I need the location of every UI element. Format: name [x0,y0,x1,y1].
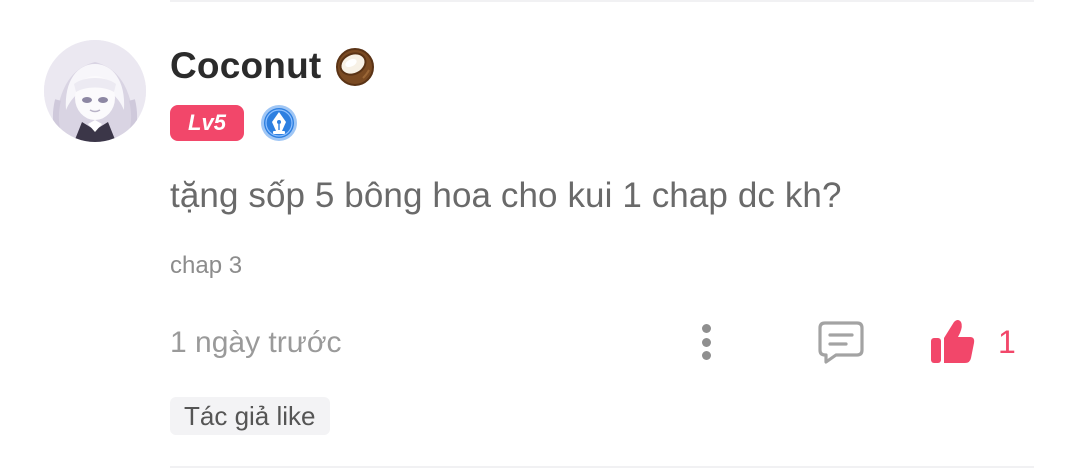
more-dot [701,337,711,347]
more-dot [701,351,711,360]
user-header: Coconut [170,44,377,88]
thumbs-up-icon [931,320,975,363]
timestamp: 1 ngày trước [170,326,342,359]
more-vertical-icon [701,324,711,333]
like-button[interactable]: 1 [928,316,1016,368]
comment-icon [818,321,864,364]
coconut-icon [336,48,375,86]
author-like-tag: Tác giả like [170,397,330,435]
like-count: 1 [998,323,1016,360]
user-badges: Lv5 [170,104,298,142]
username[interactable]: Coconut [170,45,321,87]
top-divider [170,0,1034,2]
pen-nib-badge-icon [261,105,297,141]
avatar-image [44,40,146,142]
level-badge: Lv5 [170,105,244,141]
chapter-label[interactable]: chap 3 [170,252,242,280]
more-options-button[interactable] [690,320,722,364]
reply-button[interactable] [816,318,866,366]
avatar[interactable] [44,40,146,142]
comment-text: tặng sốp 5 bông hoa cho kui 1 chap dc kh… [170,176,842,215]
bottom-divider [170,466,1034,468]
